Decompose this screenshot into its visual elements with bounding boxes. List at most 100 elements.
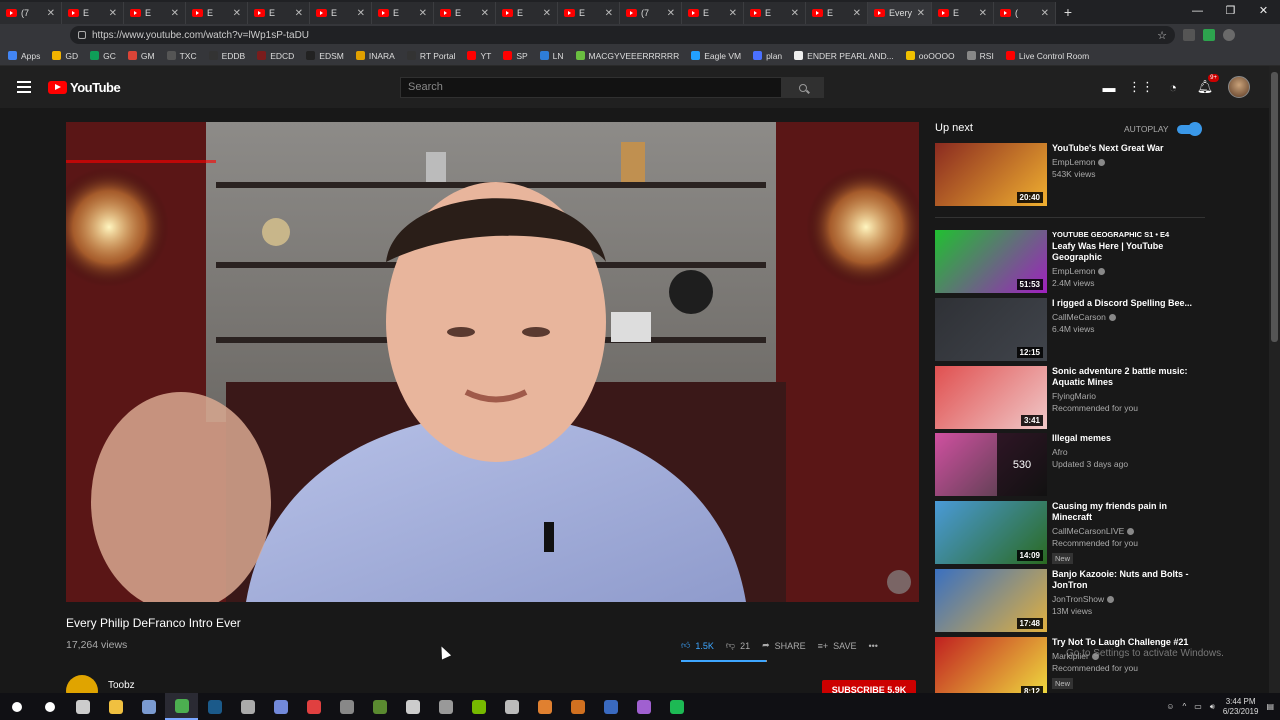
minimize-icon[interactable]: — — [1181, 0, 1214, 24]
browser-tab[interactable]: Every ✕ — [868, 2, 932, 24]
bookmark-item[interactable]: RT Portal — [406, 51, 455, 61]
bookmark-item[interactable]: ENDER PEARL AND... — [794, 51, 894, 61]
dislike-button[interactable]: 👎︎ 21 — [726, 640, 750, 651]
channel-name[interactable]: EmpLemon — [1052, 157, 1202, 167]
share-button[interactable]: ➦ SHARE — [762, 640, 806, 651]
channel-name[interactable]: JonTronShow — [1052, 594, 1202, 604]
browser-tab[interactable]: (✕ — [994, 2, 1056, 24]
video-thumbnail[interactable]: 14:09 — [935, 501, 1047, 564]
close-tab-icon[interactable]: ✕ — [233, 8, 241, 19]
bookmark-item[interactable]: GM — [127, 51, 155, 61]
browser-tab[interactable]: (7 ✕ — [0, 2, 62, 24]
taskbar-app-button[interactable] — [132, 693, 165, 720]
close-tab-icon[interactable]: ✕ — [1041, 8, 1049, 19]
people-icon[interactable]: ☺ — [1166, 702, 1174, 711]
close-tab-icon[interactable]: ✕ — [295, 8, 303, 19]
bookmark-item[interactable]: GD — [52, 51, 78, 61]
channel-name[interactable]: Afro — [1052, 447, 1202, 457]
browser-tab[interactable]: E ✕ — [932, 2, 994, 24]
taskbar-chrome-button[interactable] — [165, 693, 198, 720]
apps-grid-icon[interactable]: ⋮⋮ — [1128, 78, 1154, 96]
volume-icon[interactable]: 🔊︎ — [1210, 702, 1215, 712]
taskbar-discord-button[interactable] — [264, 693, 297, 720]
action-center-icon[interactable]: ▤ — [1266, 702, 1274, 711]
video-thumbnail[interactable]: 17:48 — [935, 569, 1047, 632]
browser-tab[interactable]: E ✕ — [310, 2, 372, 24]
browser-tab[interactable]: E ✕ — [124, 2, 186, 24]
bookmark-item[interactable]: SP — [503, 51, 528, 61]
tray-chevron-icon[interactable]: ^ — [1182, 702, 1186, 711]
close-tab-icon[interactable]: ✕ — [791, 8, 799, 19]
close-tab-icon[interactable]: ✕ — [47, 8, 55, 19]
taskbar-nvidia-button[interactable] — [462, 693, 495, 720]
channel-name[interactable]: CallMeCarson — [1052, 312, 1202, 322]
recommended-video[interactable]: 3:41 Sonic adventure 2 battle music: Aqua… — [935, 366, 1205, 430]
restore-icon[interactable]: ❐ — [1214, 0, 1247, 24]
close-tab-icon[interactable]: ✕ — [357, 8, 365, 19]
search-button[interactable] — [782, 77, 824, 98]
taskbar-spotify-button[interactable] — [660, 693, 693, 720]
close-tab-icon[interactable]: ✕ — [171, 8, 179, 19]
new-tab-button[interactable]: + — [1056, 4, 1080, 20]
video-title[interactable]: Sonic adventure 2 battle music: Aquatic … — [1052, 366, 1202, 388]
browser-tab[interactable]: E ✕ — [682, 2, 744, 24]
video-title[interactable]: Try Not To Laugh Challenge #21 — [1052, 637, 1202, 648]
messages-icon[interactable]: ◔ — [1164, 78, 1182, 96]
close-tab-icon[interactable]: ✕ — [543, 8, 551, 19]
taskbar-app-button[interactable] — [231, 693, 264, 720]
video-thumbnail[interactable]: 20:40 — [935, 143, 1047, 206]
network-icon[interactable]: ▭ — [1194, 702, 1202, 711]
extension-icon[interactable] — [1203, 29, 1215, 41]
bookmark-item[interactable]: INARA — [355, 51, 395, 61]
channel-name[interactable]: FlyingMario — [1052, 391, 1202, 401]
bookmark-item[interactable]: plan — [753, 51, 782, 61]
bookmark-item[interactable]: EDCD — [257, 51, 294, 61]
close-tab-icon[interactable]: ✕ — [979, 8, 987, 19]
menu-icon[interactable] — [17, 81, 31, 93]
taskbar-app-button[interactable] — [627, 693, 660, 720]
taskbar-file-explorer-button[interactable] — [99, 693, 132, 720]
video-thumbnail[interactable]: 530 — [935, 433, 1047, 496]
video-title[interactable]: YouTube's Next Great War — [1052, 143, 1202, 154]
video-title[interactable]: Illegal memes — [1052, 433, 1202, 444]
bookmark-item[interactable]: Eagle VM — [691, 51, 741, 61]
channel-name[interactable]: CallMeCarsonLIVE — [1052, 526, 1202, 536]
close-tab-icon[interactable]: ✕ — [481, 8, 489, 19]
video-thumbnail[interactable]: 51:53 — [935, 230, 1047, 293]
taskbar-steam-button[interactable] — [198, 693, 231, 720]
browser-tab[interactable]: E ✕ — [558, 2, 620, 24]
recommended-video[interactable]: 12:15 I rigged a Discord Spelling Bee... C… — [935, 298, 1205, 362]
omnibox[interactable]: https://www.youtube.com/watch?v=lWp1sP-t… — [70, 26, 1175, 44]
video-title[interactable]: I rigged a Discord Spelling Bee... — [1052, 298, 1202, 309]
notifications-bell-icon[interactable]: 🔔︎ 9+ — [1196, 74, 1219, 96]
recommended-video[interactable]: 17:48 Banjo Kazooie: Nuts and Bolts - Jon… — [935, 569, 1205, 633]
taskbar-app-button[interactable] — [429, 693, 462, 720]
video-title[interactable]: Banjo Kazooie: Nuts and Bolts - JonTron — [1052, 569, 1202, 591]
taskbar-task-view-button[interactable] — [66, 693, 99, 720]
taskbar-cortana-search-button[interactable] — [33, 693, 66, 720]
bookmark-item[interactable]: Apps — [8, 51, 40, 61]
taskbar-app-button[interactable] — [561, 693, 594, 720]
close-window-icon[interactable]: ✕ — [1247, 0, 1280, 24]
taskbar-app-button[interactable] — [330, 693, 363, 720]
browser-tab[interactable]: E ✕ — [434, 2, 496, 24]
search-input[interactable]: Search — [400, 77, 782, 98]
video-thumbnail[interactable]: 8:12 — [935, 637, 1047, 700]
youtube-logo[interactable]: YouTube — [48, 80, 121, 95]
video-title[interactable]: Causing my friends pain in Minecraft — [1052, 501, 1202, 523]
taskbar-app-button[interactable] — [396, 693, 429, 720]
taskbar-start-button[interactable] — [0, 693, 33, 720]
page-scrollbar[interactable] — [1269, 66, 1280, 693]
browser-tab[interactable]: E ✕ — [744, 2, 806, 24]
bookmark-item[interactable]: RSI — [966, 51, 994, 61]
video-player[interactable] — [66, 122, 919, 602]
clock[interactable]: 3:44 PM 6/23/2019 — [1223, 697, 1259, 717]
close-tab-icon[interactable]: ✕ — [917, 8, 925, 19]
more-actions-button[interactable]: ••• — [869, 641, 878, 651]
channel-name[interactable]: Toobz — [108, 680, 135, 691]
taskbar-minecraft-button[interactable] — [363, 693, 396, 720]
save-button[interactable]: ≡+ SAVE — [818, 641, 857, 651]
like-button[interactable]: 👍︎ 1.5K — [681, 640, 714, 651]
bookmark-star-icon[interactable]: ☆ — [1157, 29, 1167, 42]
taskbar-app-button[interactable] — [297, 693, 330, 720]
